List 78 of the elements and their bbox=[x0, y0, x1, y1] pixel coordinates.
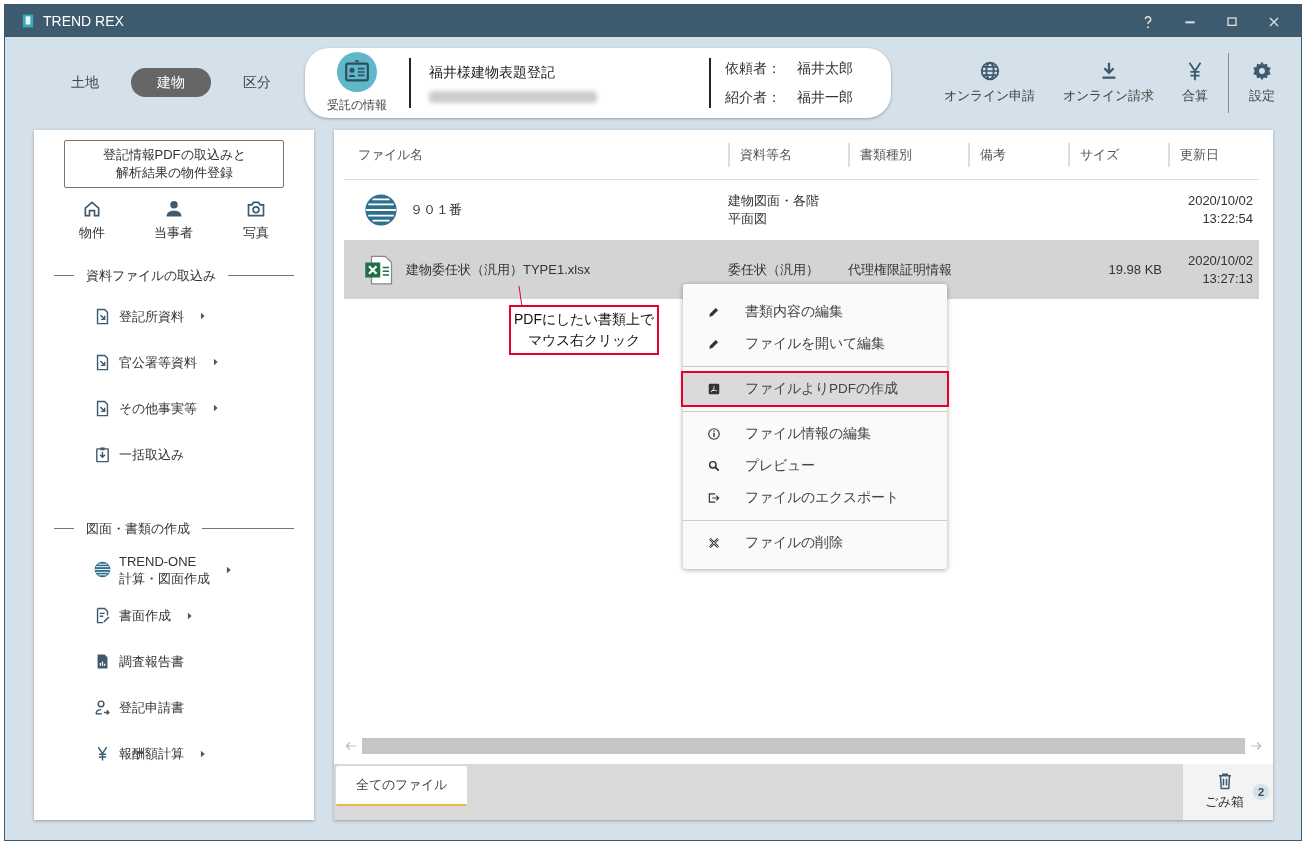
file-row[interactable]: 建物委任状（汎用）TYPE1.xlsx 委任状（汎用） 代理権限証明情報 19.98 KB 2020/10/02 13:27:13 bbox=[344, 240, 1259, 299]
section-heading: 資料ファイルの取込み bbox=[86, 266, 216, 285]
camera-icon bbox=[246, 199, 267, 219]
context-menu-item[interactable]: ファイル情報の編集 bbox=[683, 418, 947, 450]
field-value: 福井太郎 bbox=[797, 58, 853, 78]
column-header: 備考 bbox=[968, 142, 1006, 167]
globe-icon bbox=[978, 59, 1001, 82]
quick-link[interactable]: 当事者 bbox=[148, 198, 200, 244]
export-icon bbox=[707, 491, 721, 505]
callout-annotation: PDFにしたい書類上でマウス右クリック bbox=[509, 305, 659, 355]
table-cell: 委任状（汎用） bbox=[728, 260, 819, 279]
context-menu-item[interactable]: プレビュー bbox=[683, 450, 947, 482]
file-filter-tab[interactable]: 全てのファイル bbox=[336, 766, 467, 806]
pencil-icon bbox=[707, 305, 721, 319]
context-menu-item[interactable]: 書類内容の編集 bbox=[683, 296, 947, 328]
id-card-icon bbox=[337, 51, 377, 92]
table-cell: 建物図面・各階平面図 bbox=[728, 192, 819, 228]
document-edit-icon bbox=[94, 607, 111, 624]
mode-tab[interactable]: 土地 bbox=[45, 68, 125, 97]
table-cell: 19.98 KB bbox=[1108, 260, 1162, 279]
document-import-icon bbox=[94, 353, 111, 371]
column-header: 更新日 bbox=[1168, 142, 1219, 167]
case-title: 福井様建物表題登記 bbox=[429, 63, 556, 82]
field-label: 紹介者： bbox=[725, 87, 781, 107]
sidebar-item[interactable]: 登記所資料 bbox=[54, 293, 294, 339]
table-cell: 2020/10/02 13:27:13 bbox=[1187, 251, 1253, 288]
pdf-icon bbox=[707, 382, 721, 396]
trash-button[interactable]: ごみ箱 bbox=[1199, 771, 1250, 813]
sidebar-item[interactable]: 調査報告書 bbox=[54, 638, 294, 685]
clipboard-download-icon bbox=[94, 445, 111, 463]
excel-file-icon bbox=[364, 254, 394, 285]
sidebar-item[interactable]: その他事実等 bbox=[54, 385, 294, 431]
app-title: TREND REX bbox=[43, 11, 124, 31]
toolbar-button[interactable]: オンライン申請 bbox=[930, 59, 1049, 106]
case-info-button[interactable]: 受託の情報 bbox=[305, 50, 409, 115]
field-value: 福井一郎 bbox=[797, 87, 853, 107]
sidebar-item[interactable]: 登記申請書 bbox=[54, 684, 294, 731]
table-cell: 代理権限証明情報 bbox=[848, 260, 952, 279]
context-menu-item[interactable]: ファイルを開いて編集 bbox=[683, 328, 947, 360]
column-header: サイズ bbox=[1068, 142, 1119, 167]
table-cell: 2020/10/02 13:22:54 bbox=[1187, 192, 1253, 228]
toolbar-button[interactable]: 設定 bbox=[1235, 59, 1289, 106]
quick-link[interactable]: 写真 bbox=[237, 198, 276, 244]
sidebar-item[interactable]: 官公署等資料 bbox=[54, 339, 294, 385]
column-header: ファイル名 bbox=[357, 145, 423, 164]
section-heading: 図面・書類の作成 bbox=[86, 520, 190, 538]
column-header: 書類種別 bbox=[848, 142, 912, 167]
sphere-logo-icon bbox=[364, 193, 398, 227]
context-menu-item[interactable]: ファイルの削除 bbox=[683, 527, 947, 559]
sidebar-item[interactable]: TREND-ONE 計算・図面作成 bbox=[54, 546, 294, 593]
context-menu-item[interactable]: ファイルのエクスポート bbox=[683, 482, 947, 514]
file-row[interactable]: ９０１番 建物図面・各階平面図 2020/10/02 13:22:54 bbox=[344, 180, 1259, 240]
context-menu-item[interactable]: ファイルよりPDFの作成 bbox=[683, 373, 947, 405]
pencil-icon bbox=[707, 337, 721, 351]
file-name: 建物委任状（汎用）TYPE1.xlsx bbox=[406, 260, 591, 279]
import-pdf-button[interactable]: 登記情報PDFの取込みと解析結果の物件登録 bbox=[64, 140, 284, 188]
info-icon bbox=[707, 427, 721, 441]
app-logo-icon bbox=[21, 12, 35, 30]
mode-tab[interactable]: 建物 bbox=[131, 68, 211, 97]
mode-tab[interactable]: 区分 bbox=[217, 68, 297, 97]
count-badge: 2 bbox=[1253, 784, 1269, 800]
sidebar-item[interactable]: 一括取込み bbox=[54, 431, 294, 477]
document-import-icon bbox=[94, 399, 111, 417]
column-header: 資料等名 bbox=[728, 142, 792, 167]
sphere-logo-icon bbox=[94, 561, 111, 578]
search-icon bbox=[707, 459, 721, 473]
toolbar-button[interactable]: オンライン請求 bbox=[1049, 59, 1168, 106]
document-import-icon bbox=[94, 307, 111, 325]
field-label: 依頼者： bbox=[725, 58, 781, 78]
sidebar-item[interactable]: 報酬額計算 bbox=[54, 730, 294, 777]
horizontal-scrollbar[interactable] bbox=[362, 738, 1245, 754]
quick-link[interactable]: 物件 bbox=[72, 198, 111, 244]
person-icon bbox=[164, 199, 184, 219]
person-arrow-icon bbox=[94, 699, 111, 716]
sidebar-item[interactable]: 書面作成 bbox=[54, 592, 294, 639]
toolbar-button[interactable]: 合算 bbox=[1168, 59, 1222, 106]
file-name: ９０１番 bbox=[410, 201, 462, 219]
cross-icon bbox=[707, 536, 721, 550]
